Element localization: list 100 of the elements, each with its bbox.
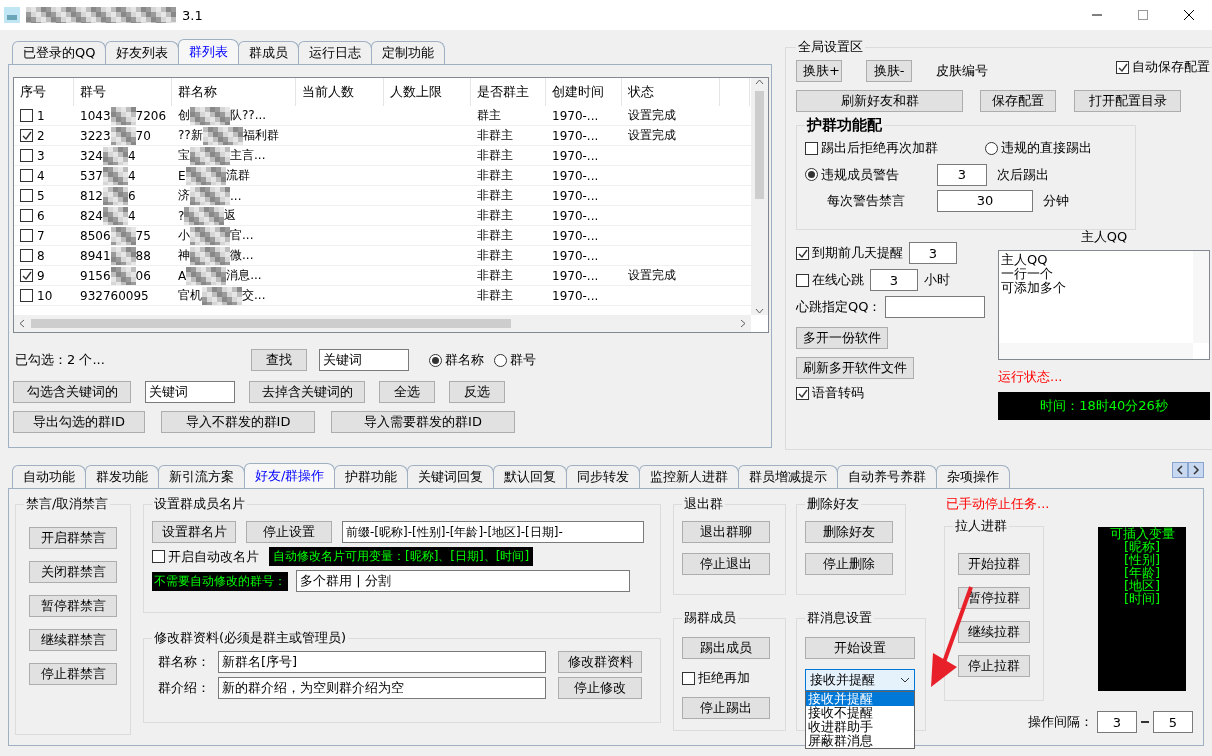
list-action-button[interactable]: 反选 bbox=[449, 381, 505, 403]
save-config-button[interactable]: 保存配置 bbox=[980, 90, 1056, 112]
kick-button[interactable]: 踢出成员 bbox=[682, 637, 770, 659]
group-info-button[interactable]: 停止修改 bbox=[558, 677, 642, 699]
quit-action-button[interactable]: 退出群聊 bbox=[682, 521, 770, 543]
multi-instance-button[interactable]: 刷新多开软件文件 bbox=[796, 357, 914, 379]
selection-count: 已勾选：2 个... bbox=[14, 351, 106, 369]
heartbeat-hours-field[interactable]: 3 bbox=[870, 269, 918, 291]
search-button[interactable]: 查找 bbox=[251, 349, 307, 371]
checkbox-label: 自动保存配置 bbox=[1132, 58, 1210, 76]
tab[interactable]: 好友/群操作 bbox=[244, 463, 336, 488]
card-action-button[interactable]: 设置群名片 bbox=[152, 521, 236, 543]
id-import-export-button[interactable]: 导入需要群发的群ID bbox=[331, 411, 515, 433]
table-cell: 返 bbox=[224, 207, 237, 224]
variables-panel: 可插入变量 [昵称] [性别] [年龄] [地区] [时间] bbox=[1098, 527, 1186, 691]
invite-action-button[interactable]: 开始拉群 bbox=[958, 553, 1030, 575]
invite-action-button[interactable]: 暂停拉群 bbox=[958, 587, 1030, 609]
column-header: 是否群主 bbox=[471, 78, 546, 106]
tab[interactable]: 已登录的QQ bbox=[12, 41, 107, 64]
group-title: 拉人进群 bbox=[954, 517, 1008, 535]
table-cell-text: 非群主 bbox=[476, 287, 514, 304]
table-cell-text: 非群主 bbox=[476, 207, 514, 224]
message-mode-dropdown[interactable]: 接收并提醒 bbox=[805, 669, 915, 691]
table-cell: 5 bbox=[37, 188, 45, 203]
stop-kick-button[interactable]: 停止踢出 bbox=[682, 697, 770, 719]
search-field[interactable]: 关键词 bbox=[319, 349, 409, 371]
reminder-days-field[interactable]: 3 bbox=[909, 242, 957, 264]
card-template-field[interactable]: 前缀-[昵称]-[性别]-[年龄]-[地区]-[日期]- bbox=[342, 521, 644, 543]
refresh-button[interactable]: 刷新好友和群 bbox=[796, 90, 963, 112]
id-import-export-button[interactable]: 导入不群发的群ID bbox=[161, 411, 315, 433]
list-action-button[interactable]: 全选 bbox=[379, 381, 435, 403]
start-settings-button[interactable]: 开始设置 bbox=[805, 637, 915, 659]
table-cell: 75 bbox=[135, 228, 151, 243]
invite-action-button[interactable]: 继续拉群 bbox=[958, 621, 1030, 643]
group-title: 护群功能配 bbox=[805, 116, 883, 135]
exclude-label: 不需要自动修改的群号： bbox=[152, 571, 288, 591]
mute-action-button[interactable]: 暂停群禁言 bbox=[29, 595, 117, 617]
skin-button[interactable]: 换肤+ bbox=[796, 60, 842, 82]
field-label: 操作间隔： bbox=[1028, 713, 1093, 731]
multi-instance-button[interactable]: 多开一份软件 bbox=[796, 327, 888, 349]
list-action-button[interactable]: 去掉含关键词的 bbox=[249, 381, 365, 403]
mute-action-button[interactable]: 继续群禁言 bbox=[29, 629, 117, 651]
group-title: 设置群成员名片 bbox=[153, 495, 246, 513]
field-label: 每次警告禁言 bbox=[826, 191, 906, 210]
owner-qq-field[interactable]: 主人QQ 一行一个 可添加多个 bbox=[998, 250, 1210, 360]
card-action-button[interactable]: 停止设置 bbox=[246, 521, 332, 543]
id-import-export-button[interactable]: 导出勾选的群ID bbox=[13, 411, 145, 433]
group-info-field[interactable]: 新群名[序号] bbox=[218, 651, 546, 673]
interval-from-field[interactable]: 3 bbox=[1097, 711, 1137, 733]
table-cell: ... bbox=[230, 188, 242, 203]
clock-display: 时间：18时40分26秒 bbox=[998, 392, 1210, 420]
column-header: 人数上限 bbox=[384, 78, 471, 106]
table-cell: 消息... bbox=[226, 267, 262, 284]
interval-to-field[interactable]: 5 bbox=[1153, 711, 1193, 733]
checkbox-label: 开启自动改名片 bbox=[168, 547, 259, 566]
tab[interactable]: 群列表 bbox=[178, 39, 240, 64]
table-cell: 济 bbox=[178, 187, 190, 204]
mute-action-button[interactable]: 开启群禁言 bbox=[29, 527, 117, 549]
open-folder-button[interactable]: 打开配置目录 bbox=[1074, 90, 1181, 112]
exclude-groups-field[interactable]: 多个群用 | 分割 bbox=[296, 570, 630, 592]
warn-count-field[interactable]: 3 bbox=[937, 163, 987, 186]
radio-label: 违规成员警告 bbox=[821, 165, 899, 184]
table-cell: 4 bbox=[37, 168, 45, 183]
skin-button[interactable]: 换肤- bbox=[866, 60, 912, 82]
tab[interactable]: 定制功能 bbox=[371, 41, 446, 64]
tab[interactable]: 杂项操作 bbox=[936, 465, 1011, 488]
radio-label: 违规的直接踢出 bbox=[1001, 139, 1092, 158]
table-cell: 6 bbox=[127, 188, 136, 203]
window-title: 3.1 bbox=[182, 7, 203, 23]
table-cell: 824 bbox=[80, 208, 103, 223]
table-cell: 7206 bbox=[135, 108, 167, 123]
column-header: 序号 bbox=[14, 78, 74, 106]
variables-hint: 自动修改名片可用变量：[昵称]、[日期]、[时间] bbox=[269, 547, 534, 566]
group-info-field[interactable]: 新的群介绍，为空则群介绍为空 bbox=[218, 677, 546, 699]
select-keyword-button[interactable]: 勾选含关键词的 bbox=[13, 381, 131, 403]
checkbox-label: 拒绝再加 bbox=[698, 669, 750, 687]
column-header: 状态 bbox=[622, 78, 720, 106]
keyword-field[interactable]: 关键词 bbox=[145, 381, 235, 403]
table-cell: 9 bbox=[37, 268, 45, 283]
invite-action-button[interactable]: 停止拉群 bbox=[958, 655, 1030, 677]
table-cell: 324 bbox=[80, 148, 103, 163]
table-cell-text: 1970-... bbox=[551, 227, 600, 245]
table-cell: 官机 bbox=[178, 287, 202, 304]
table-cell-text: 非群主 bbox=[476, 187, 514, 204]
quit-action-button[interactable]: 停止退出 bbox=[682, 553, 770, 575]
table-cell-text: 设置完成 bbox=[627, 107, 677, 124]
field-label: 群名称： bbox=[157, 653, 211, 671]
mute-action-button[interactable]: 关闭群禁言 bbox=[29, 561, 117, 583]
tab[interactable]: 自动功能 bbox=[12, 465, 86, 488]
mute-action-button[interactable]: 停止群禁言 bbox=[29, 663, 117, 685]
table-cell: 主言... bbox=[230, 147, 266, 164]
delete-friend-button[interactable]: 停止删除 bbox=[805, 553, 893, 575]
table-cell-text: 非群主 bbox=[476, 167, 514, 184]
mute-minutes-field[interactable]: 30 bbox=[937, 189, 1033, 212]
column-header: 群号 bbox=[74, 78, 172, 106]
dropdown-option[interactable]: 接收并提醒 bbox=[806, 692, 914, 706]
table-cell: 福利群 bbox=[242, 127, 279, 144]
group-info-button[interactable]: 修改群资料 bbox=[558, 651, 642, 673]
delete-friend-button[interactable]: 删除好友 bbox=[805, 521, 893, 543]
table-cell: E bbox=[178, 168, 186, 183]
